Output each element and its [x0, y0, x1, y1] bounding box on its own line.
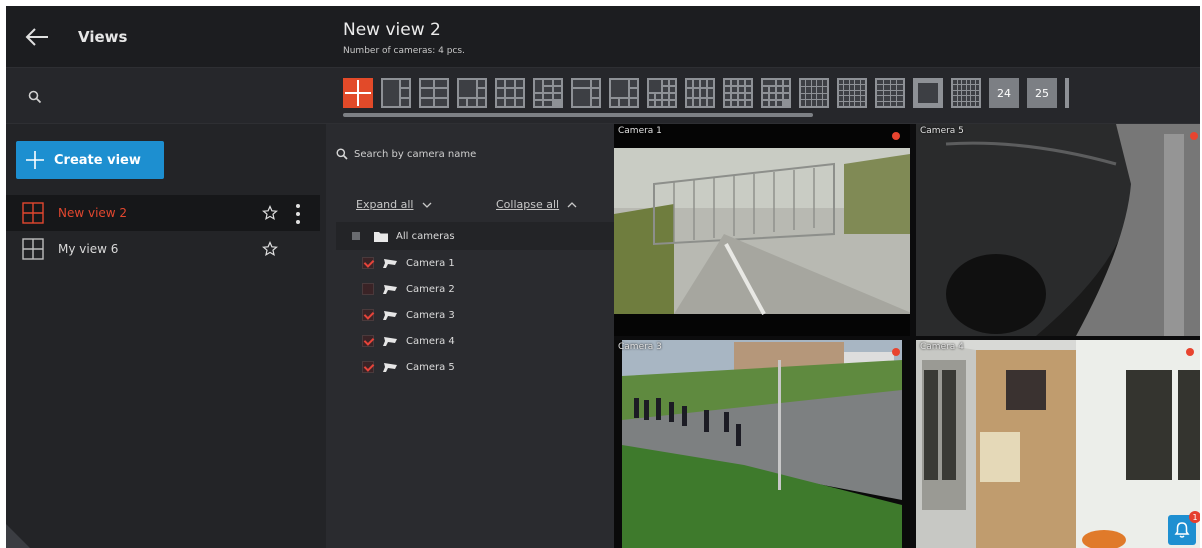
layout-more-partial[interactable]	[1065, 78, 1069, 108]
search-icon[interactable]	[28, 90, 42, 104]
camera-label: Camera 5	[406, 361, 455, 373]
camera-icon	[383, 362, 397, 372]
layout-3x3-button[interactable]	[495, 78, 525, 108]
grid-layout-icon	[22, 202, 44, 224]
tree-item-camera-3[interactable]: Camera 3	[362, 302, 455, 328]
view-title: New view 2	[343, 20, 441, 40]
camera-tile-camera-4[interactable]: Camera 4	[916, 340, 1200, 548]
camera-tile-label: Camera 1	[618, 126, 662, 136]
layout-24-button[interactable]: 24	[989, 78, 1019, 108]
views-sidebar: Views Create view New view 2 My view 6	[6, 6, 326, 548]
layout-scrollbar[interactable]	[343, 113, 813, 117]
layout-6x5-button[interactable]	[951, 78, 981, 108]
camera-feed-office	[916, 340, 1200, 548]
view-item-my-view-6[interactable]: My view 6	[6, 231, 326, 267]
recording-indicator	[1190, 132, 1198, 140]
collapse-toggle-icon[interactable]	[352, 232, 360, 240]
folder-icon	[374, 231, 388, 242]
plus-icon	[26, 151, 44, 169]
camera-label: Camera 4	[406, 335, 455, 347]
camera-label: Camera 2	[406, 283, 455, 295]
camera-tile-camera-3[interactable]: Camera 3	[614, 340, 910, 548]
view-item-new-view-2[interactable]: New view 2	[6, 195, 320, 231]
tree-item-camera-2[interactable]: Camera 2	[362, 276, 455, 302]
camera-checkbox[interactable]	[362, 257, 374, 269]
recording-indicator	[892, 348, 900, 356]
layout-1plus5-button[interactable]	[457, 78, 487, 108]
camera-search-input[interactable]	[354, 148, 554, 160]
camera-grid: Camera 1 Camera 5 Camera 3 Camera 4	[614, 124, 1200, 548]
resize-corner-icon[interactable]	[6, 514, 40, 548]
recording-indicator	[892, 132, 900, 140]
search-icon	[336, 148, 348, 160]
camera-tile-label: Camera 5	[920, 126, 964, 136]
layout-4x4-button[interactable]	[723, 78, 753, 108]
create-view-button[interactable]: Create view	[16, 141, 164, 179]
app-window: Views Create view New view 2 My view 6 N…	[6, 6, 1200, 548]
tree-item-camera-1[interactable]: Camera 1	[362, 250, 455, 276]
camera-checkbox[interactable]	[362, 283, 374, 295]
view-item-label: New view 2	[58, 206, 128, 220]
camera-tile-label: Camera 3	[618, 342, 662, 352]
tree-item-camera-5[interactable]: Camera 5	[362, 354, 455, 380]
layout-4x3-button[interactable]	[685, 78, 715, 108]
expand-all-label: Expand all	[356, 198, 414, 211]
grid-layout-icon	[22, 238, 44, 260]
layout-1plus15-button[interactable]	[761, 78, 791, 108]
bell-icon	[1174, 522, 1190, 538]
expand-all-link[interactable]: Expand all	[356, 198, 432, 211]
layout-5x4-button[interactable]	[799, 78, 829, 108]
camera-feed-car	[916, 124, 1200, 336]
chevron-down-icon	[422, 202, 431, 208]
views-search-bar[interactable]	[6, 68, 326, 124]
view-header	[326, 6, 1200, 68]
back-arrow-icon[interactable]	[24, 26, 50, 48]
camera-checkbox[interactable]	[362, 361, 374, 373]
camera-icon	[383, 336, 397, 346]
camera-count: Number of cameras: 4 pcs.	[343, 46, 465, 56]
collapse-all-link[interactable]: Collapse all	[496, 198, 577, 211]
layout-options: 24 25	[343, 78, 1069, 108]
layout-5x5-button[interactable]	[837, 78, 867, 108]
sidebar-title: Views	[78, 28, 128, 46]
layout-2x2-button[interactable]	[343, 78, 373, 108]
camera-icon	[383, 310, 397, 320]
notification-count-badge: 1	[1189, 511, 1200, 523]
layout-2plus6-button[interactable]	[533, 78, 563, 108]
layout-1plus3-button[interactable]	[381, 78, 411, 108]
layout-25-button[interactable]: 25	[1027, 78, 1057, 108]
camera-label: Camera 1	[406, 257, 455, 269]
tree-item-camera-4[interactable]: Camera 4	[362, 328, 455, 354]
layout-4x5-button[interactable]	[875, 78, 905, 108]
camera-icon	[383, 284, 397, 294]
camera-tile-label: Camera 4	[920, 342, 964, 352]
favorite-star-icon[interactable]	[262, 241, 278, 257]
tree-root-all-cameras[interactable]: All cameras	[336, 222, 614, 250]
more-options-icon[interactable]	[294, 203, 302, 225]
sidebar-header: Views	[6, 6, 326, 68]
create-view-label: Create view	[54, 152, 141, 168]
layout-frame-button[interactable]	[913, 78, 943, 108]
camera-tile-camera-5[interactable]: Camera 5	[916, 124, 1200, 336]
camera-checkbox[interactable]	[362, 309, 374, 321]
camera-checkbox[interactable]	[362, 335, 374, 347]
camera-label: Camera 3	[406, 309, 455, 321]
favorite-star-icon[interactable]	[262, 205, 278, 221]
camera-search[interactable]	[336, 148, 554, 160]
layout-1plus12-button[interactable]	[647, 78, 677, 108]
layout-1plus8-button[interactable]	[609, 78, 639, 108]
collapse-all-label: Collapse all	[496, 198, 560, 211]
chevron-up-icon	[567, 201, 577, 207]
camera-tree-panel: Expand all Collapse all All cameras Came…	[326, 124, 614, 548]
camera-feed-courtyard	[614, 340, 910, 548]
layout-2plus4-button[interactable]	[419, 78, 449, 108]
layout-1plus7-button[interactable]	[571, 78, 601, 108]
camera-tile-camera-1[interactable]: Camera 1	[614, 124, 910, 336]
tree-root-label: All cameras	[396, 230, 455, 242]
camera-feed-gate	[614, 124, 910, 336]
camera-icon	[383, 258, 397, 268]
view-item-label: My view 6	[58, 242, 119, 256]
view-list: New view 2 My view 6	[6, 195, 326, 267]
recording-indicator	[1186, 348, 1194, 356]
